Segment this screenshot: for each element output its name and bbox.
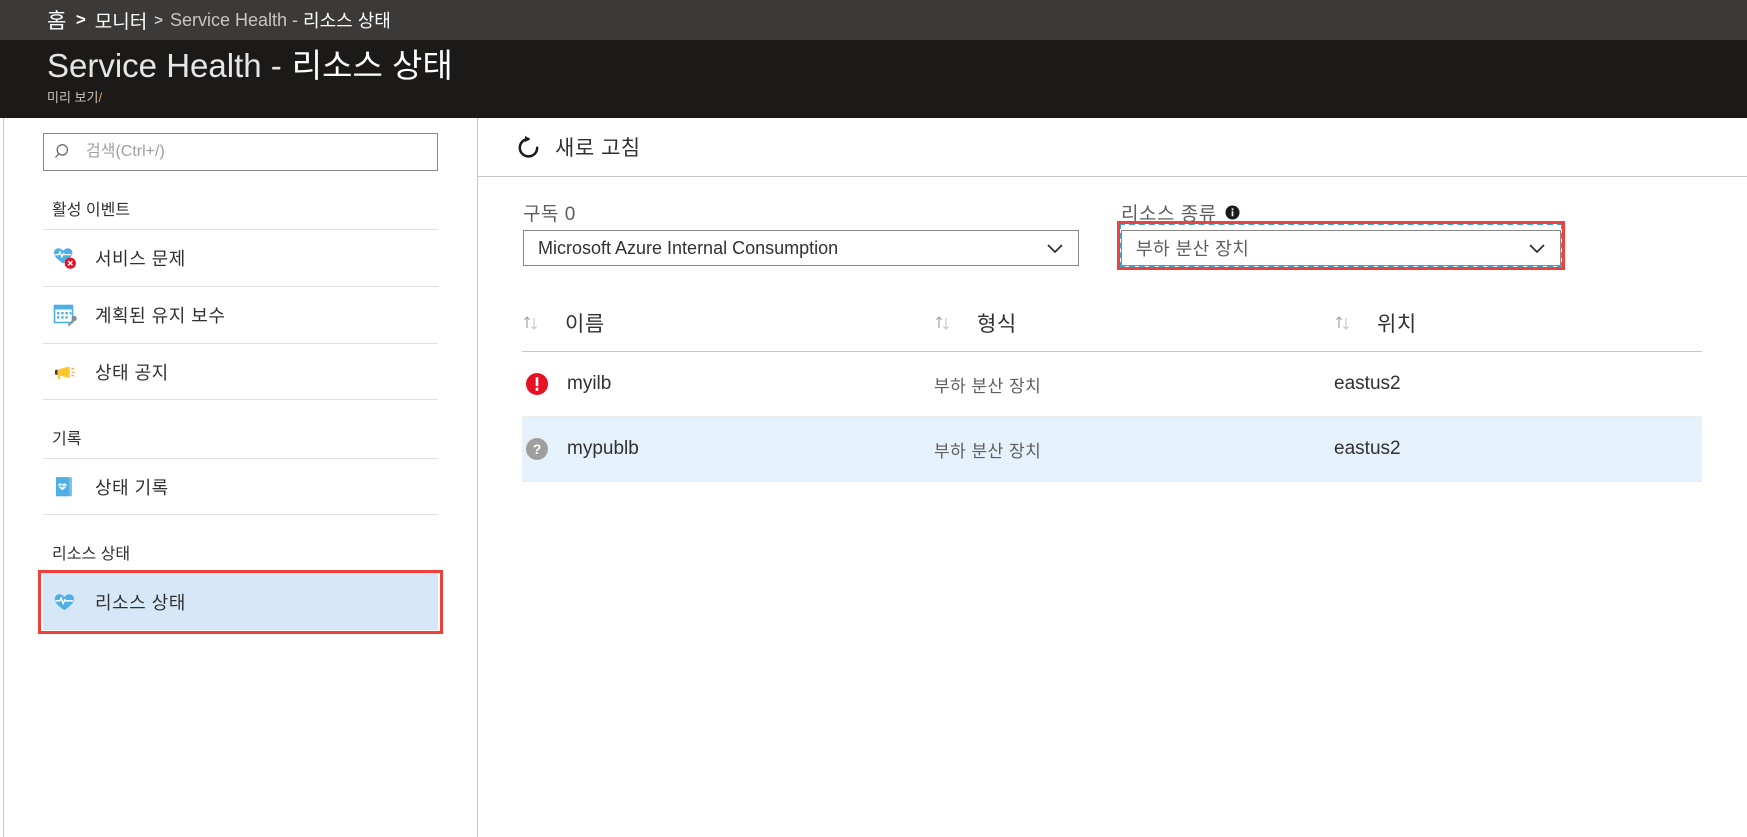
chevron-down-icon (1529, 244, 1545, 254)
resource-type: 부하 분산 장치 (934, 441, 1042, 461)
page-title-block: Service Health - 리소스 상태 미리 보기/ (0, 40, 1747, 106)
info-icon[interactable] (1225, 205, 1240, 220)
resource-type-value: 부하 분산 장치 (1136, 239, 1250, 259)
breadcrumb-separator-2: > (154, 11, 163, 29)
sidebar-item-planned-maintenance[interactable]: 계획된 유지 보수 (43, 286, 438, 343)
sidebar-item-health-advisories[interactable]: 상태 공지 (43, 343, 438, 400)
refresh-button[interactable]: 새로 고침 (509, 128, 647, 166)
sidebar: 활성 이벤트 서비스 문제 (4, 118, 478, 837)
sidebar-item-service-issues[interactable]: 서비스 문제 (43, 229, 438, 286)
search-input[interactable] (84, 142, 427, 162)
breadcrumb-current-kor: 리소스 상태 (303, 11, 391, 31)
search-box[interactable] (43, 133, 438, 171)
cell-location: eastus2 (1334, 416, 1702, 482)
window-chrome: 홈 > 모니터 > Service Health - 리소스 상태 Servic… (0, 0, 1747, 118)
column-header-location[interactable]: 위치 (1334, 308, 1702, 352)
cell-type: 부하 분산 장치 (934, 351, 1335, 417)
column-header-type[interactable]: 형식 (934, 308, 1335, 352)
sidebar-item-label: 상태 공지 (95, 362, 169, 383)
sidebar-item-resource-health[interactable]: 리소스 상태 (43, 573, 438, 630)
resource-type-dropdown[interactable]: 부하 분산 장치 (1121, 230, 1561, 266)
breadcrumb: 홈 > 모니터 > Service Health - 리소스 상태 (0, 0, 1747, 40)
breadcrumb-current-en: Service Health - (169, 9, 299, 30)
search-icon (55, 144, 69, 158)
sort-icon[interactable] (934, 314, 952, 332)
cell-type: 부하 분산 장치 (934, 416, 1335, 482)
column-header-label: 위치 (1377, 313, 1417, 336)
sidebar-item-health-history[interactable]: 상태 기록 (43, 458, 438, 515)
sidebar-section-history: 기록 (52, 431, 82, 448)
cell-location: eastus2 (1334, 351, 1702, 417)
breadcrumb-separator: > (75, 10, 86, 29)
page-subtitle: 미리 보기/ (47, 87, 1747, 106)
content-area: 활성 이벤트 서비스 문제 (0, 118, 1747, 837)
page-subtitle-slash: / (98, 90, 103, 105)
cell-name: myilb (522, 351, 935, 417)
command-bar: 새로 고침 (478, 118, 1747, 177)
error-icon (526, 373, 548, 395)
resource-type-filter: 리소스 종류 부하 분산 장치 (1117, 199, 1565, 270)
health-advisories-icon (55, 365, 75, 379)
filter-bar: 구독 0 Microsoft Azure Internal Consumptio… (478, 177, 1747, 270)
sidebar-section-active-events: 활성 이벤트 (52, 202, 131, 219)
table-row[interactable]: ? mypublb 부하 분산 장치 eastus2 (522, 416, 1702, 482)
resource-table-wrapper: 이름 형식 위치 myilb 부하 분산 장치 eastus2 ? mypubl… (522, 308, 1702, 482)
cell-name: ? mypublb (522, 416, 935, 482)
resource-health-icon (54, 593, 74, 610)
sort-icon[interactable] (1334, 314, 1352, 332)
table-row[interactable]: myilb 부하 분산 장치 eastus2 (522, 351, 1702, 417)
breadcrumb-home[interactable]: 홈 (47, 5, 67, 35)
column-header-label: 형식 (977, 313, 1017, 336)
resource-type-label-text: 리소스 종류 (1121, 204, 1217, 225)
subscription-value: Microsoft Azure Internal Consumption (538, 237, 839, 258)
refresh-label: 새로 고침 (555, 137, 641, 160)
svg-text:?: ? (533, 441, 542, 457)
page-title-kor: 리소스 상태 (291, 47, 453, 84)
sidebar-item-label: 리소스 상태 (95, 592, 186, 613)
sort-icon[interactable] (522, 314, 540, 332)
subscription-filter: 구독 0 Microsoft Azure Internal Consumptio… (523, 199, 1079, 266)
sidebar-item-label: 서비스 문제 (95, 249, 186, 269)
resource-type-label: 리소스 종류 (1121, 199, 1561, 226)
subscription-label: 구독 0 (523, 204, 576, 225)
sidebar-item-label: 계획된 유지 보수 (95, 306, 226, 326)
refresh-icon (518, 135, 539, 158)
resource-location: eastus2 (1334, 438, 1401, 459)
sidebar-section-resource-health: 리소스 상태 (52, 546, 131, 563)
sidebar-item-label: 상태 기록 (95, 477, 169, 498)
page-title-en: Service Health - (47, 47, 282, 84)
resource-location: eastus2 (1334, 373, 1401, 394)
planned-maintenance-icon (53, 304, 77, 327)
table-header-row: 이름 형식 위치 (522, 308, 1702, 352)
column-header-name[interactable]: 이름 (522, 308, 935, 352)
page-title: Service Health - 리소스 상태 (47, 46, 1747, 86)
service-issues-icon (54, 248, 76, 269)
resource-table: 이름 형식 위치 myilb 부하 분산 장치 eastus2 ? mypubl… (522, 308, 1702, 482)
page-subtitle-text: 미리 보기 (47, 90, 99, 105)
subscription-dropdown[interactable]: Microsoft Azure Internal Consumption (523, 230, 1079, 266)
health-history-icon (56, 476, 72, 496)
resource-name[interactable]: mypublb (567, 438, 639, 460)
resource-type: 부하 분산 장치 (934, 376, 1042, 396)
resource-name[interactable]: myilb (567, 373, 611, 395)
column-header-label: 이름 (565, 313, 605, 336)
selected-nav-wrapper: 리소스 상태 (38, 570, 443, 634)
unknown-icon: ? (526, 438, 548, 460)
breadcrumb-monitor[interactable]: 모니터 (95, 7, 147, 34)
main-panel: 새로 고침 구독 0 Microsoft Azure Internal Cons… (478, 118, 1747, 837)
chevron-down-icon (1047, 244, 1063, 254)
